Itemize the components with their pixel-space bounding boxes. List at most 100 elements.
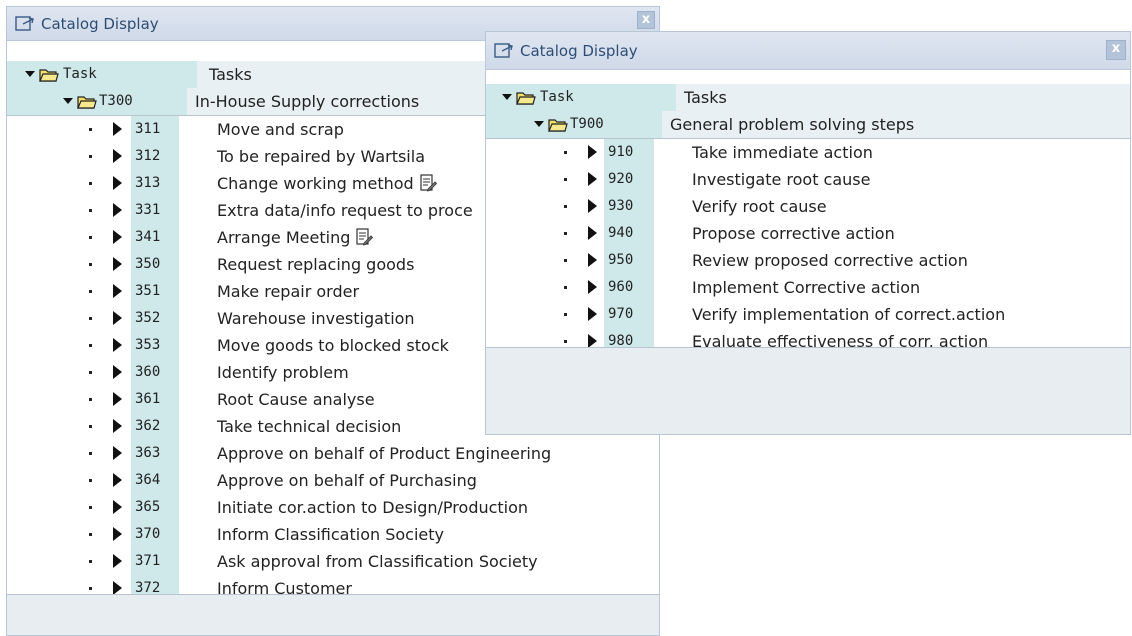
- task-row[interactable]: 970 Verify implementation of correct.acti…: [486, 301, 1130, 328]
- task-row[interactable]: 370 Inform Classification Society: [7, 521, 659, 548]
- tree-group-row[interactable]: T900 General problem solving steps: [486, 111, 1130, 138]
- tree-header-row[interactable]: Task Tasks: [486, 84, 1130, 111]
- note-edit-icon[interactable]: [356, 227, 374, 246]
- expand-arrow-icon[interactable]: [588, 199, 597, 213]
- header-title: Tasks: [209, 65, 252, 84]
- expand-arrow-icon[interactable]: [113, 257, 122, 271]
- task-label-text: Root Cause analyse: [217, 390, 375, 409]
- expand-arrow-icon[interactable]: [588, 307, 597, 321]
- task-code: 352: [135, 310, 161, 326]
- expand-arrow-icon[interactable]: [113, 554, 122, 568]
- task-label: Move and scrap: [217, 116, 344, 143]
- bullet-icon: [564, 259, 567, 262]
- window-titlebar[interactable]: Catalog Display x: [486, 32, 1130, 70]
- task-label-text: Inform Classification Society: [217, 525, 444, 544]
- task-label-text: Move and scrap: [217, 120, 344, 139]
- close-button[interactable]: x: [1106, 40, 1126, 60]
- task-label: Identify problem: [217, 359, 349, 386]
- bullet-icon: [89, 209, 92, 212]
- expand-arrow-icon[interactable]: [588, 280, 597, 294]
- task-code: 341: [135, 229, 161, 245]
- task-row[interactable]: 371 Ask approval from Classification Soci…: [7, 548, 659, 575]
- expand-arrow-icon[interactable]: [588, 226, 597, 240]
- task-label: Inform Classification Society: [217, 521, 444, 548]
- collapse-icon[interactable]: [534, 121, 544, 127]
- task-row[interactable]: 364 Approve on behalf of Purchasing: [7, 467, 659, 494]
- task-label-text: Verify root cause: [692, 197, 827, 216]
- expand-arrow-icon[interactable]: [113, 230, 122, 244]
- task-label: Take technical decision: [217, 413, 401, 440]
- window-title: Catalog Display: [41, 15, 159, 33]
- task-label-text: Take technical decision: [217, 417, 402, 436]
- task-row[interactable]: 930 Verify root cause: [486, 193, 1130, 220]
- task-row[interactable]: 920 Investigate root cause: [486, 166, 1130, 193]
- bullet-icon: [89, 479, 92, 482]
- task-label: Request replacing goods: [217, 251, 414, 278]
- task-label: Change working method: [217, 170, 437, 197]
- expand-arrow-icon[interactable]: [113, 527, 122, 541]
- expand-arrow-icon[interactable]: [588, 253, 597, 267]
- expand-arrow-icon[interactable]: [113, 419, 122, 433]
- expand-arrow-icon[interactable]: [113, 500, 122, 514]
- expand-arrow-icon[interactable]: [588, 334, 597, 348]
- expand-arrow-icon[interactable]: [113, 365, 122, 379]
- task-label: To be repaired by Wartsila: [217, 143, 425, 170]
- bullet-icon: [89, 560, 92, 563]
- task-code: 350: [135, 256, 161, 272]
- task-row[interactable]: 950 Review proposed corrective action: [486, 247, 1130, 274]
- header-code: Task: [63, 66, 97, 82]
- expand-arrow-icon[interactable]: [113, 338, 122, 352]
- expand-arrow-icon[interactable]: [113, 284, 122, 298]
- bullet-icon: [89, 371, 92, 374]
- expand-arrow-icon[interactable]: [113, 581, 122, 595]
- task-label: Make repair order: [217, 278, 359, 305]
- task-code: 360: [135, 364, 161, 380]
- expand-arrow-icon[interactable]: [113, 122, 122, 136]
- expand-arrow-icon[interactable]: [113, 311, 122, 325]
- collapse-icon[interactable]: [63, 98, 73, 104]
- task-code: 361: [135, 391, 161, 407]
- bullet-icon: [89, 344, 92, 347]
- bullet-icon: [564, 286, 567, 289]
- expand-arrow-icon[interactable]: [113, 176, 122, 190]
- collapse-icon[interactable]: [502, 94, 512, 100]
- task-code: 920: [608, 171, 634, 187]
- task-row[interactable]: 363 Approve on behalf of Product Engineer…: [7, 440, 659, 467]
- expand-arrow-icon[interactable]: [113, 446, 122, 460]
- display-window-icon: [494, 43, 513, 58]
- expand-arrow-icon[interactable]: [113, 473, 122, 487]
- task-label-text: Make repair order: [217, 282, 360, 301]
- task-code: 312: [135, 148, 161, 164]
- task-row[interactable]: 365 Initiate cor.action to Design/Product…: [7, 494, 659, 521]
- task-code: 940: [608, 225, 634, 241]
- bullet-icon: [89, 425, 92, 428]
- task-code: 970: [608, 306, 634, 322]
- bullet-icon: [89, 182, 92, 185]
- task-label-text: To be repaired by Wartsila: [217, 147, 425, 166]
- task-row[interactable]: 960 Implement Corrective action: [486, 274, 1130, 301]
- expand-arrow-icon[interactable]: [113, 149, 122, 163]
- window-footer: [7, 594, 659, 635]
- expand-arrow-icon[interactable]: [113, 203, 122, 217]
- task-label: Arrange Meeting: [217, 224, 374, 251]
- display-window-icon: [15, 16, 34, 31]
- expand-arrow-icon[interactable]: [588, 145, 597, 159]
- close-button[interactable]: x: [637, 11, 655, 29]
- bullet-icon: [89, 533, 92, 536]
- expand-arrow-icon[interactable]: [588, 172, 597, 186]
- task-label: Root Cause analyse: [217, 386, 375, 413]
- bullet-icon: [564, 205, 567, 208]
- task-label-text: Ask approval from Classification Society: [217, 552, 538, 571]
- task-label-text: Request replacing goods: [217, 255, 415, 274]
- task-label: Take immediate action: [692, 139, 873, 166]
- collapse-icon[interactable]: [25, 71, 35, 77]
- task-row[interactable]: 940 Propose corrective action: [486, 220, 1130, 247]
- note-edit-icon[interactable]: [420, 173, 437, 192]
- bullet-icon: [89, 290, 92, 293]
- task-label: Implement Corrective action: [692, 274, 920, 301]
- bullet-icon: [564, 340, 567, 343]
- task-code: 364: [135, 472, 161, 488]
- expand-arrow-icon[interactable]: [113, 392, 122, 406]
- task-code: 313: [135, 175, 161, 191]
- task-row[interactable]: 910 Take immediate action: [486, 139, 1130, 166]
